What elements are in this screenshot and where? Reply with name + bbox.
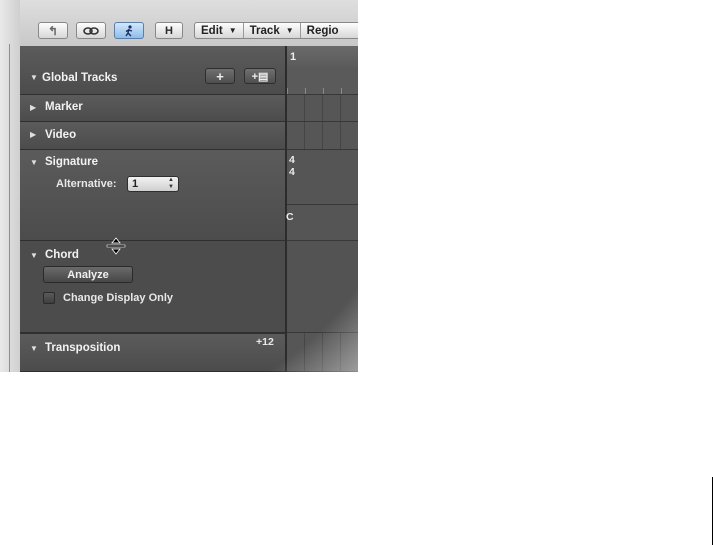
lane-video[interactable]: [287, 122, 358, 150]
disclosure-triangle-open-icon[interactable]: ▼: [30, 251, 38, 260]
lane-global-header: [287, 70, 358, 95]
edit-menu[interactable]: Edit ▼: [195, 23, 244, 38]
window-edge-strip: [0, 0, 21, 372]
arrange-area: 1 4 4 C: [286, 46, 358, 372]
chevron-down-icon: ▼: [285, 26, 294, 35]
disclosure-triangle-open-icon[interactable]: ▼: [30, 158, 38, 167]
disclosure-triangle-open-icon[interactable]: ▼: [30, 73, 38, 82]
time-signature-numerator: 4: [289, 154, 295, 166]
catch-playhead-button[interactable]: [114, 22, 144, 39]
alternative-value: 1: [132, 178, 139, 190]
global-tracks-panel: ▼ Global Tracks + +▤ ▶ Marker ▶ Video ▼ …: [20, 46, 285, 372]
change-display-only-label: Change Display Only: [63, 292, 174, 304]
transposition-label: Transposition: [45, 342, 121, 354]
lane-key[interactable]: C: [286, 205, 358, 241]
chevron-down-icon: ▼: [228, 26, 237, 35]
link-icon: [83, 26, 99, 35]
ruler-bar-number: 1: [290, 51, 297, 63]
lane-transposition[interactable]: [287, 333, 358, 372]
analyze-button[interactable]: Analyze: [43, 266, 133, 283]
resize-cursor-icon: [106, 237, 126, 255]
change-display-only-checkbox[interactable]: [43, 292, 55, 304]
hide-button[interactable]: H: [155, 22, 183, 39]
alternative-label: Alternative:: [56, 178, 117, 190]
time-signature-denominator: 4: [289, 166, 295, 178]
back-arrow-button[interactable]: ↰: [38, 22, 68, 39]
transposition-value: +12: [256, 336, 274, 348]
disclosure-triangle-closed-icon[interactable]: ▶: [30, 103, 36, 112]
disclosure-triangle-open-icon[interactable]: ▼: [30, 344, 38, 353]
marker-track-header[interactable]: ▶ Marker: [20, 95, 285, 122]
edit-menu-label: Edit: [201, 24, 223, 37]
transposition-track-header[interactable]: ▼ Transposition +12: [20, 333, 285, 372]
plus-icon: +: [216, 68, 224, 84]
global-tracks-header[interactable]: ▼ Global Tracks + +▤: [20, 46, 285, 95]
stepper-arrows-icon[interactable]: ▲ ▼: [168, 177, 174, 191]
link-button[interactable]: [76, 22, 106, 39]
region-menu-label: Regio: [306, 24, 339, 37]
signature-label: Signature: [45, 156, 99, 168]
lane-chord[interactable]: [287, 241, 358, 333]
global-tracks-title: Global Tracks: [42, 72, 118, 84]
add-global-track-button[interactable]: +: [205, 68, 235, 84]
chord-label: Chord: [45, 249, 79, 261]
marker-label: Marker: [45, 101, 83, 113]
track-menu-label: Track: [249, 24, 280, 37]
lane-marker[interactable]: [287, 95, 358, 122]
track-menu[interactable]: Track ▼: [244, 23, 301, 38]
lane-signature[interactable]: 4 4: [287, 150, 358, 205]
disclosure-triangle-closed-icon[interactable]: ▶: [30, 130, 36, 139]
ruler-ticks: [287, 88, 358, 94]
chord-track-header[interactable]: ▼ Chord: [20, 241, 285, 333]
back-arrow-icon: ↰: [47, 23, 59, 38]
plus-folder-icon: +▤: [251, 70, 269, 83]
key-value: C: [286, 211, 294, 223]
catch-playhead-icon: [125, 24, 133, 36]
add-folder-button[interactable]: +▤: [244, 68, 276, 84]
video-track-header[interactable]: ▶ Video: [20, 122, 285, 150]
video-label: Video: [45, 129, 77, 141]
alternative-stepper[interactable]: 1 ▲ ▼: [127, 176, 179, 192]
menu-bar: Edit ▼ Track ▼ Regio: [194, 22, 358, 39]
bar-ruler[interactable]: 1: [287, 46, 358, 71]
logic-window: ↰ H Edit ▼ Track ▼ Regio ▼ Global Tracks…: [0, 0, 358, 372]
hide-button-label: H: [165, 24, 173, 37]
analyze-button-label: Analyze: [67, 268, 109, 281]
region-menu[interactable]: Regio: [301, 23, 345, 38]
signature-track-header[interactable]: ▼ Signature Alternative: 1 ▲ ▼: [20, 150, 285, 241]
arrange-toolbar: ↰ H Edit ▼ Track ▼ Regio: [20, 0, 358, 47]
